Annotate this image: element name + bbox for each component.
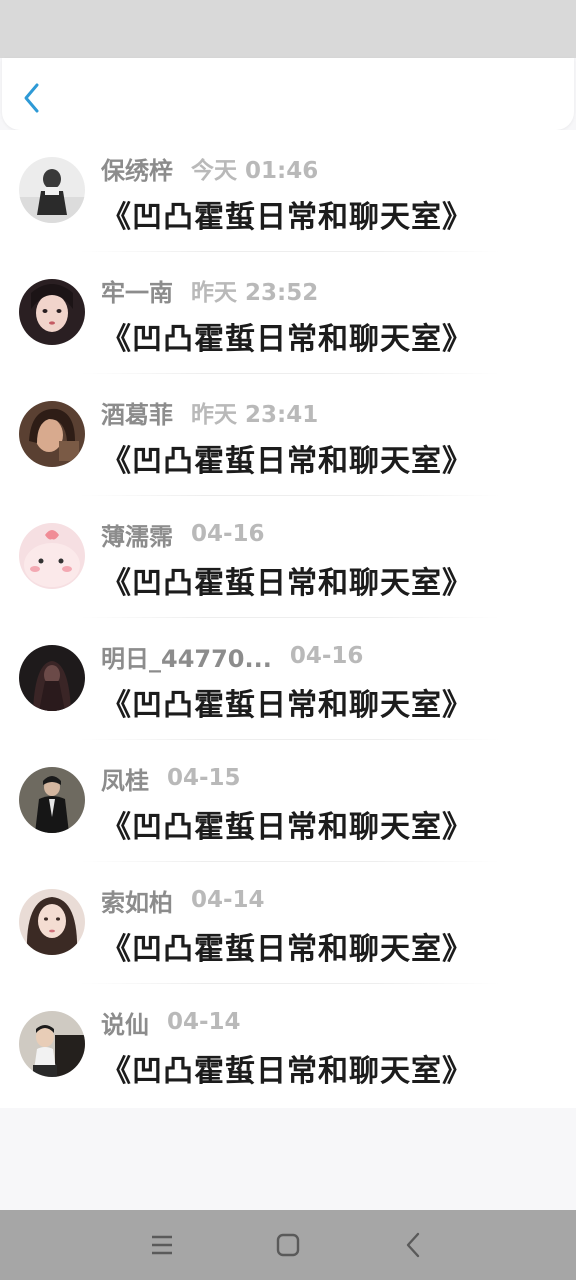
timestamp: 04-14 (191, 887, 265, 913)
item-title: 《凹凸霍蜇日常和聊天室》 (101, 566, 473, 601)
menu-button[interactable] (142, 1228, 182, 1262)
username: 薄濡霈 (101, 522, 173, 551)
home-square-icon (276, 1233, 300, 1257)
item-title: 《凹凸霍蜇日常和聊天室》 (101, 444, 473, 479)
avatar[interactable] (19, 279, 85, 345)
back-button[interactable] (16, 78, 48, 118)
avatar[interactable] (19, 767, 85, 833)
item-title: 《凹凸霍蜇日常和聊天室》 (101, 322, 473, 357)
list-item[interactable]: 凤桂 04-15 《凹凸霍蜇日常和聊天室》 (0, 740, 576, 862)
timestamp: 04-15 (167, 765, 241, 791)
list-item[interactable]: 酒葛菲 昨天 23:41 《凹凸霍蜇日常和聊天室》 (0, 374, 576, 496)
timestamp: 今天 01:46 (191, 158, 319, 184)
timestamp: 昨天 23:52 (191, 280, 319, 306)
username: 明日_44770... (101, 644, 272, 673)
top-bar (2, 58, 574, 130)
list-item[interactable]: 明日_44770... 04-16 《凹凸霍蜇日常和聊天室》 (0, 618, 576, 740)
avatar[interactable] (19, 401, 85, 467)
timestamp: 04-14 (167, 1009, 241, 1035)
user-list: 保绣梓 今天 01:46 《凹凸霍蜇日常和聊天室》 牢一南 昨天 23:52 《… (0, 130, 576, 1108)
back-chevron-icon (406, 1232, 420, 1258)
system-navigation-bar (0, 1210, 576, 1280)
username: 保绣梓 (101, 156, 173, 185)
item-title: 《凹凸霍蜇日常和聊天室》 (101, 1054, 473, 1089)
item-title: 《凹凸霍蜇日常和聊天室》 (101, 932, 473, 967)
avatar[interactable] (19, 1011, 85, 1077)
home-button[interactable] (268, 1228, 308, 1262)
avatar[interactable] (19, 523, 85, 589)
menu-icon (152, 1235, 172, 1255)
item-title: 《凹凸霍蜇日常和聊天室》 (101, 810, 473, 845)
status-bar (0, 0, 576, 58)
item-title: 《凹凸霍蜇日常和聊天室》 (101, 688, 473, 723)
list-item[interactable]: 索如柏 04-14 《凹凸霍蜇日常和聊天室》 (0, 862, 576, 984)
chevron-left-icon (24, 83, 39, 113)
avatar[interactable] (19, 645, 85, 711)
timestamp: 04-16 (191, 521, 265, 547)
list-item[interactable]: 说仙 04-14 《凹凸霍蜇日常和聊天室》 (0, 984, 576, 1106)
timestamp: 昨天 23:41 (191, 402, 319, 428)
list-item[interactable]: 薄濡霈 04-16 《凹凸霍蜇日常和聊天室》 (0, 496, 576, 618)
username: 说仙 (101, 1010, 149, 1039)
username: 凤桂 (101, 766, 149, 795)
username: 索如柏 (101, 888, 173, 917)
list-item[interactable]: 保绣梓 今天 01:46 《凹凸霍蜇日常和聊天室》 (0, 130, 576, 252)
timestamp: 04-16 (289, 643, 364, 669)
back-nav-button[interactable] (393, 1228, 433, 1262)
list-item[interactable]: 牢一南 昨天 23:52 《凹凸霍蜇日常和聊天室》 (0, 252, 576, 374)
username: 牢一南 (101, 278, 173, 307)
avatar[interactable] (19, 157, 85, 223)
username: 酒葛菲 (101, 400, 173, 429)
item-title: 《凹凸霍蜇日常和聊天室》 (101, 200, 473, 235)
avatar[interactable] (19, 889, 85, 955)
